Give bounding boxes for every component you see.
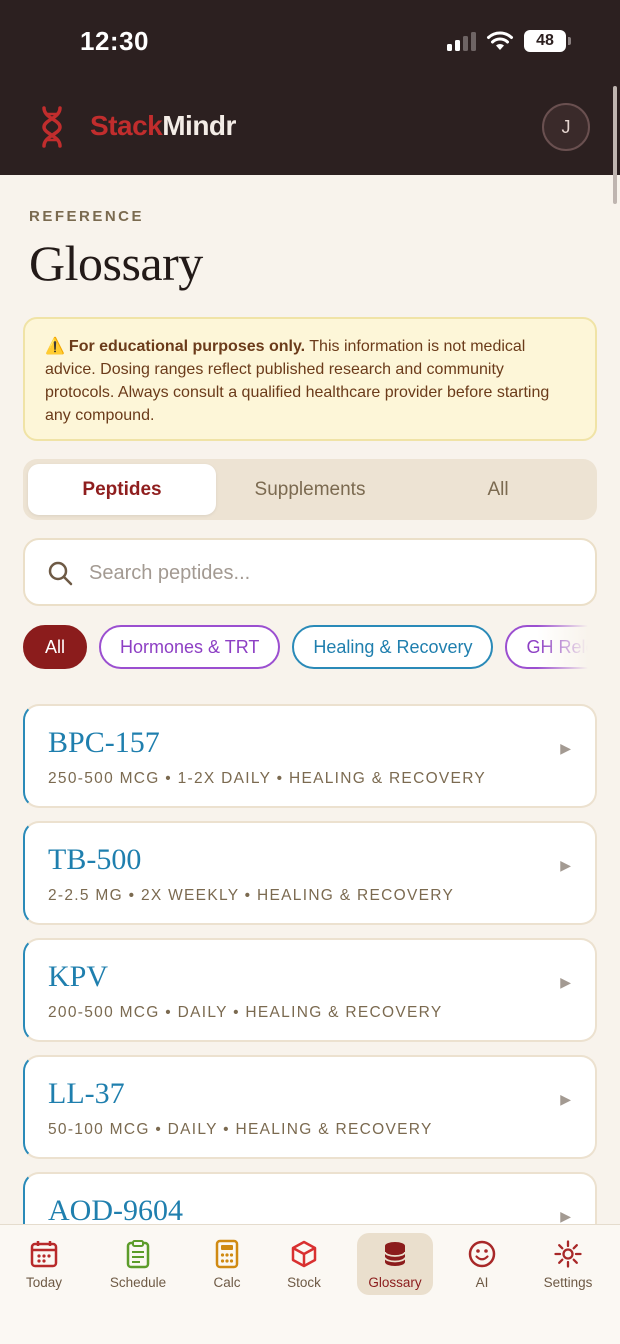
warning-icon: ⚠️: [45, 338, 65, 355]
nav-schedule[interactable]: Schedule: [96, 1233, 180, 1295]
chip-all[interactable]: All: [23, 625, 88, 669]
chips-fade: [537, 625, 597, 671]
chevron-right-icon: ▶: [560, 740, 571, 756]
tab-all[interactable]: All: [404, 464, 592, 515]
box-icon: [291, 1240, 317, 1268]
page-title: Glossary: [29, 235, 203, 291]
chip-healing-recovery[interactable]: Healing & Recovery: [292, 625, 494, 669]
filter-chips: All Hormones & TRT Healing & Recovery GH…: [23, 625, 597, 671]
gear-icon: [554, 1240, 582, 1268]
bottom-nav: Today Schedule Calc Stock Glossary AI Se…: [0, 1224, 620, 1344]
brand-stack: Stack: [90, 110, 163, 141]
peptide-card-kpv[interactable]: KPV 200-500 MCG • DAILY • HEALING & RECO…: [23, 938, 597, 1042]
chevron-right-icon: ▶: [560, 1208, 571, 1224]
user-avatar[interactable]: J: [542, 103, 590, 151]
nav-label: Stock: [287, 1275, 321, 1290]
nav-label: AI: [475, 1275, 489, 1290]
search-box: [23, 538, 597, 606]
peptide-card-ll-37[interactable]: LL-37 50-100 MCG • DAILY • HEALING & REC…: [23, 1055, 597, 1159]
app-brand: StackMindr: [90, 110, 236, 142]
chevron-right-icon: ▶: [560, 857, 571, 873]
nav-today[interactable]: Today: [6, 1233, 82, 1295]
peptide-name: AOD-9604: [48, 1194, 183, 1227]
nav-label: Today: [25, 1275, 63, 1290]
page-eyebrow: REFERENCE: [29, 208, 145, 225]
nav-settings[interactable]: Settings: [532, 1233, 604, 1295]
smiley-icon: [468, 1240, 496, 1268]
chevron-right-icon: ▶: [560, 1091, 571, 1107]
disclaimer-bold: For educational purposes only.: [68, 338, 306, 355]
scrollbar[interactable]: [613, 86, 617, 204]
clipboard-icon: [126, 1240, 150, 1269]
peptide-card-tb-500[interactable]: TB-500 2-2.5 MG • 2X WEEKLY • HEALING & …: [23, 821, 597, 925]
nav-stock[interactable]: Stock: [270, 1233, 338, 1295]
search-icon: [48, 561, 73, 586]
status-icons: 48: [447, 28, 571, 54]
nav-calc[interactable]: Calc: [194, 1233, 260, 1295]
tab-supplements[interactable]: Supplements: [216, 464, 404, 515]
chip-hormones-trt[interactable]: Hormones & TRT: [99, 625, 281, 669]
peptide-list: BPC-157 250-500 MCG • 1-2X DAILY • HEALI…: [23, 704, 597, 1289]
calendar-icon: [30, 1241, 58, 1268]
database-icon: [384, 1242, 406, 1266]
nav-ai[interactable]: AI: [452, 1233, 512, 1295]
battery-icon: 48: [524, 30, 571, 52]
app-header: StackMindr J: [0, 84, 620, 175]
status-bar: 12:30 48: [0, 0, 620, 84]
status-time: 12:30: [80, 26, 149, 56]
category-tabs: Peptides Supplements All: [23, 459, 597, 520]
peptide-name: KPV: [48, 960, 109, 993]
nav-label: Glossary: [368, 1275, 422, 1290]
nav-label: Settings: [543, 1275, 593, 1290]
chevron-right-icon: ▶: [560, 974, 571, 990]
cellular-signal-icon: [447, 31, 476, 51]
calculator-icon: [215, 1239, 239, 1269]
tab-peptides[interactable]: Peptides: [28, 464, 216, 515]
peptide-name: LL-37: [48, 1077, 125, 1110]
disclaimer-notice: ⚠️ For educational purposes only. This in…: [23, 317, 597, 441]
dna-logo-icon: [42, 106, 62, 148]
peptide-card-bpc-157[interactable]: BPC-157 250-500 MCG • 1-2X DAILY • HEALI…: [23, 704, 597, 808]
peptide-meta: 50-100 MCG • DAILY • HEALING & RECOVERY: [48, 1121, 433, 1138]
peptide-meta: 200-500 MCG • DAILY • HEALING & RECOVERY: [48, 1004, 443, 1021]
brand-mindr: Mindr: [162, 110, 236, 141]
peptide-meta: 2-2.5 MG • 2X WEEKLY • HEALING & RECOVER…: [48, 887, 455, 904]
wifi-icon: [487, 31, 513, 50]
peptide-name: TB-500: [48, 843, 142, 876]
peptide-name: BPC-157: [48, 726, 160, 759]
nav-label: Calc: [213, 1275, 241, 1290]
search-input[interactable]: [89, 554, 579, 592]
nav-label: Schedule: [109, 1275, 167, 1290]
nav-glossary[interactable]: Glossary: [357, 1233, 433, 1295]
peptide-meta: 250-500 MCG • 1-2X DAILY • HEALING & REC…: [48, 770, 487, 787]
